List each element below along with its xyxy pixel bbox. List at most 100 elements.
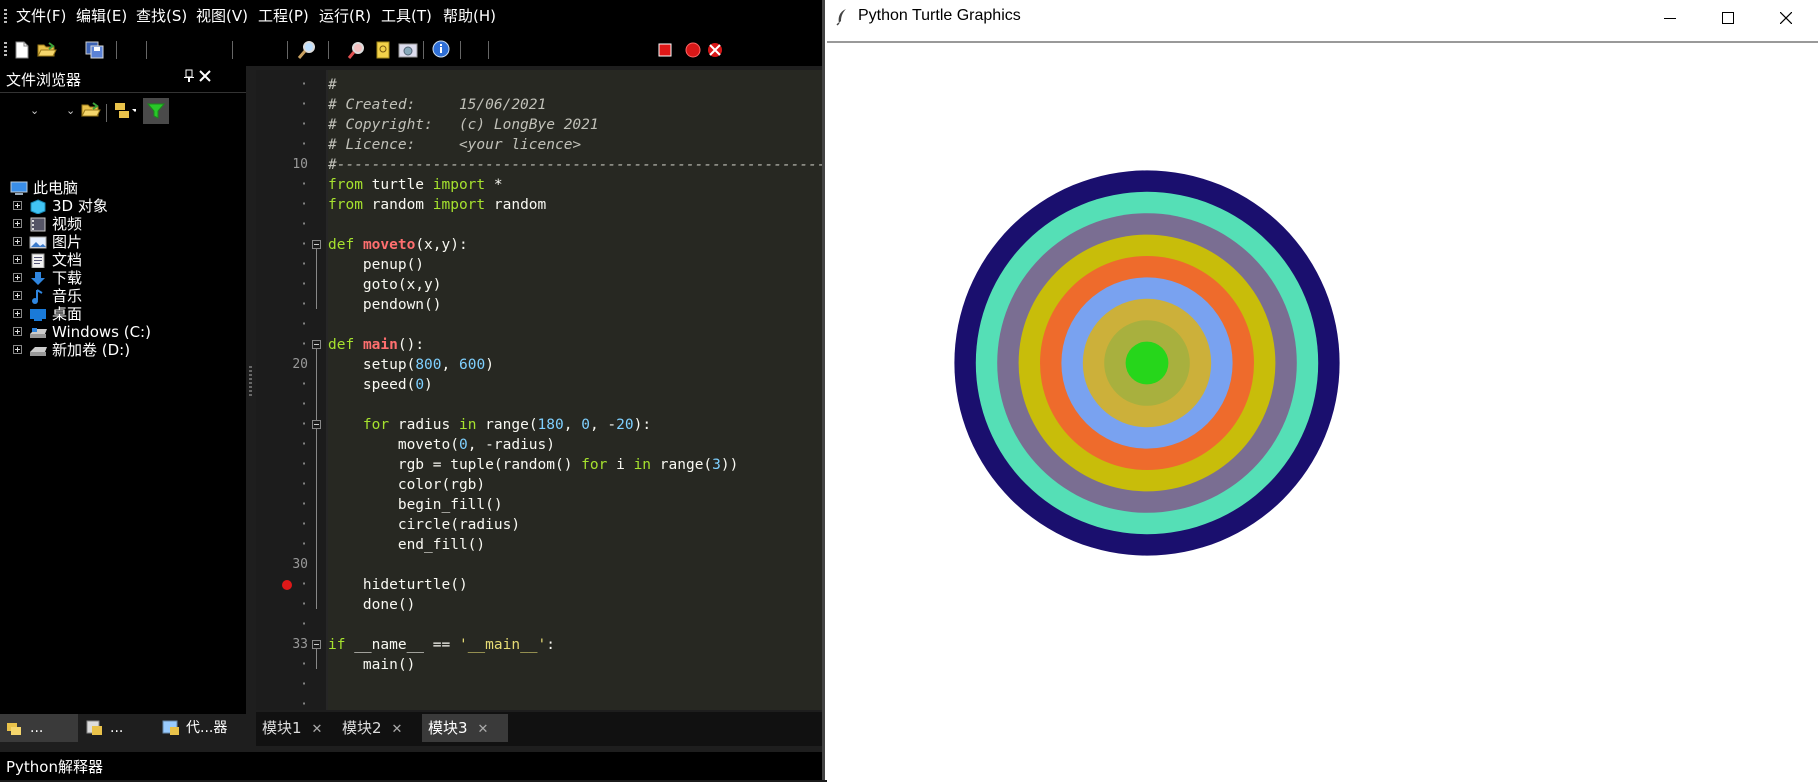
code-line[interactable]: done() [328,595,415,615]
menubar-grip[interactable] [4,9,7,25]
code-editor[interactable]: · · · · 10 · · · · · · · · · 20 · · · · · · · · · 30 · · · 33 · · · # # … [256,70,822,712]
toolbar-grip[interactable] [4,42,7,58]
code-line[interactable]: penup() [328,255,424,275]
line-number: 33 [292,637,308,652]
tab-label: 模块2 [342,719,382,737]
folder-view-icon[interactable] [114,99,136,121]
code-area[interactable]: # # Created: 15/06/2021 # Copyright: (c) L… [328,70,822,710]
screenshot-icon[interactable] [397,39,419,61]
chevron-down-icon[interactable]: ⌄ [30,104,39,117]
line-number: · [300,137,308,152]
info-icon[interactable] [430,39,452,61]
code-line[interactable]: begin_fill() [328,495,503,515]
filter-icon[interactable] [143,98,169,124]
search-icon[interactable] [296,39,318,61]
breakpoint-marker[interactable] [282,580,292,590]
code-line[interactable]: end_fill() [328,535,485,555]
tab-file-browser[interactable]: ... [0,714,78,742]
expand-icon[interactable] [13,291,22,300]
close-tab-icon[interactable]: ✕ [392,722,403,737]
fold-toggle-icon[interactable] [312,340,321,349]
code-line[interactable]: goto(x,y) [328,275,442,295]
expand-icon[interactable] [13,309,22,318]
menu-bar: 文件(F) 编辑(E) 查找(S) 视图(V) 工程(P) 运行(R) 工具(T… [0,0,822,33]
fold-toggle-icon[interactable] [312,420,321,429]
fold-toggle-icon[interactable] [312,640,321,649]
menu-tools[interactable]: 工具(T) [381,0,432,33]
menu-find[interactable]: 查找(S) [136,0,187,33]
open-folder-icon[interactable] [36,39,58,61]
code-line[interactable]: # Licence: <your licence> [328,135,581,155]
stop-icon[interactable] [654,39,676,61]
menu-file[interactable]: 文件(F) [16,0,66,33]
tab-code-browser[interactable]: 代...器 [162,714,246,742]
code-line[interactable]: main() [328,655,415,675]
line-number-gutter: · · · · 10 · · · · · · · · · 20 · · · · · · · · · 30 · · · 33 · · · [256,70,326,712]
line-number: · [300,457,308,472]
expand-icon[interactable] [13,237,22,246]
fold-toggle-icon[interactable] [312,240,321,249]
menu-project[interactable]: 工程(P) [258,0,309,33]
breakpoint-icon[interactable] [682,39,704,61]
bookmark-icon[interactable] [372,39,394,61]
line-number: · [300,257,308,272]
code-line[interactable]: rgb = tuple(random() for i in range(3)) [328,455,739,475]
code-line[interactable]: pendown() [328,295,442,315]
line-number: · [300,337,308,352]
expand-icon[interactable] [13,273,22,282]
turtle-canvas[interactable] [827,41,1818,782]
find-in-files-icon[interactable] [346,39,368,61]
line-number: · [300,677,308,692]
chevron-down-icon[interactable]: ⌄ [66,104,75,117]
line-number: · [300,197,308,212]
line-number: 20 [292,357,308,372]
window-title-bar[interactable]: Python Turtle Graphics [825,0,1818,35]
new-file-icon[interactable] [11,39,33,61]
tab-module2[interactable]: 模块2 ✕ [342,714,420,742]
code-line[interactable]: moveto(0, -radius) [328,435,555,455]
panel-splitter[interactable] [246,66,256,714]
expand-icon[interactable] [13,201,22,210]
code-line[interactable]: speed(0) [328,375,433,395]
tree-item-new-volume-d[interactable]: 新加卷 (D:) [0,340,246,361]
code-line[interactable]: if __name__ == '__main__': [328,635,555,655]
menu-run[interactable]: 运行(R) [319,0,371,33]
code-line[interactable]: # [328,75,337,95]
code-line[interactable]: #---------------------------------------… [328,155,822,175]
code-line[interactable]: def moveto(x,y): [328,235,468,255]
expand-icon[interactable] [13,219,22,228]
code-line[interactable]: from turtle import * [328,175,503,195]
close-icon[interactable] [1757,0,1815,35]
expand-icon[interactable] [13,345,22,354]
save-all-icon[interactable] [84,39,106,61]
code-line[interactable]: # Created: 15/06/2021 [328,95,546,115]
open-folder-icon[interactable] [80,99,102,121]
tab-module1[interactable]: 模块1 ✕ [262,714,338,742]
desktop-icon [30,309,46,321]
code-line[interactable]: def main(): [328,335,424,355]
expand-icon[interactable] [13,255,22,264]
menu-edit[interactable]: 编辑(E) [76,0,127,33]
maximize-icon[interactable] [1699,0,1757,35]
clear-breakpoints-icon[interactable] [704,39,726,61]
line-number: · [300,497,308,512]
code-line[interactable]: # Copyright: (c) LongBye 2021 [328,115,599,135]
filled-circle-ring [1125,341,1169,385]
close-icon[interactable] [196,69,214,87]
expand-icon[interactable] [13,327,22,336]
close-tab-icon[interactable]: ✕ [312,722,323,737]
menu-help[interactable]: 帮助(H) [443,0,496,33]
menu-view[interactable]: 视图(V) [196,0,248,33]
tab-project[interactable]: ... [84,714,154,742]
tab-module3[interactable]: 模块3 ✕ [422,714,508,742]
tab-label: 模块3 [428,719,468,737]
code-line[interactable]: hideturtle() [328,575,468,595]
close-tab-icon[interactable]: ✕ [478,722,489,737]
minimize-icon[interactable] [1641,0,1699,35]
code-line[interactable]: from random import random [328,195,546,215]
code-line[interactable]: for radius in range(180, 0, -20): [328,415,651,435]
code-line[interactable]: setup(800, 600) [328,355,494,375]
code-line[interactable]: circle(radius) [328,515,520,535]
window-title: Python Turtle Graphics [858,7,1021,24]
code-line[interactable]: color(rgb) [328,475,485,495]
